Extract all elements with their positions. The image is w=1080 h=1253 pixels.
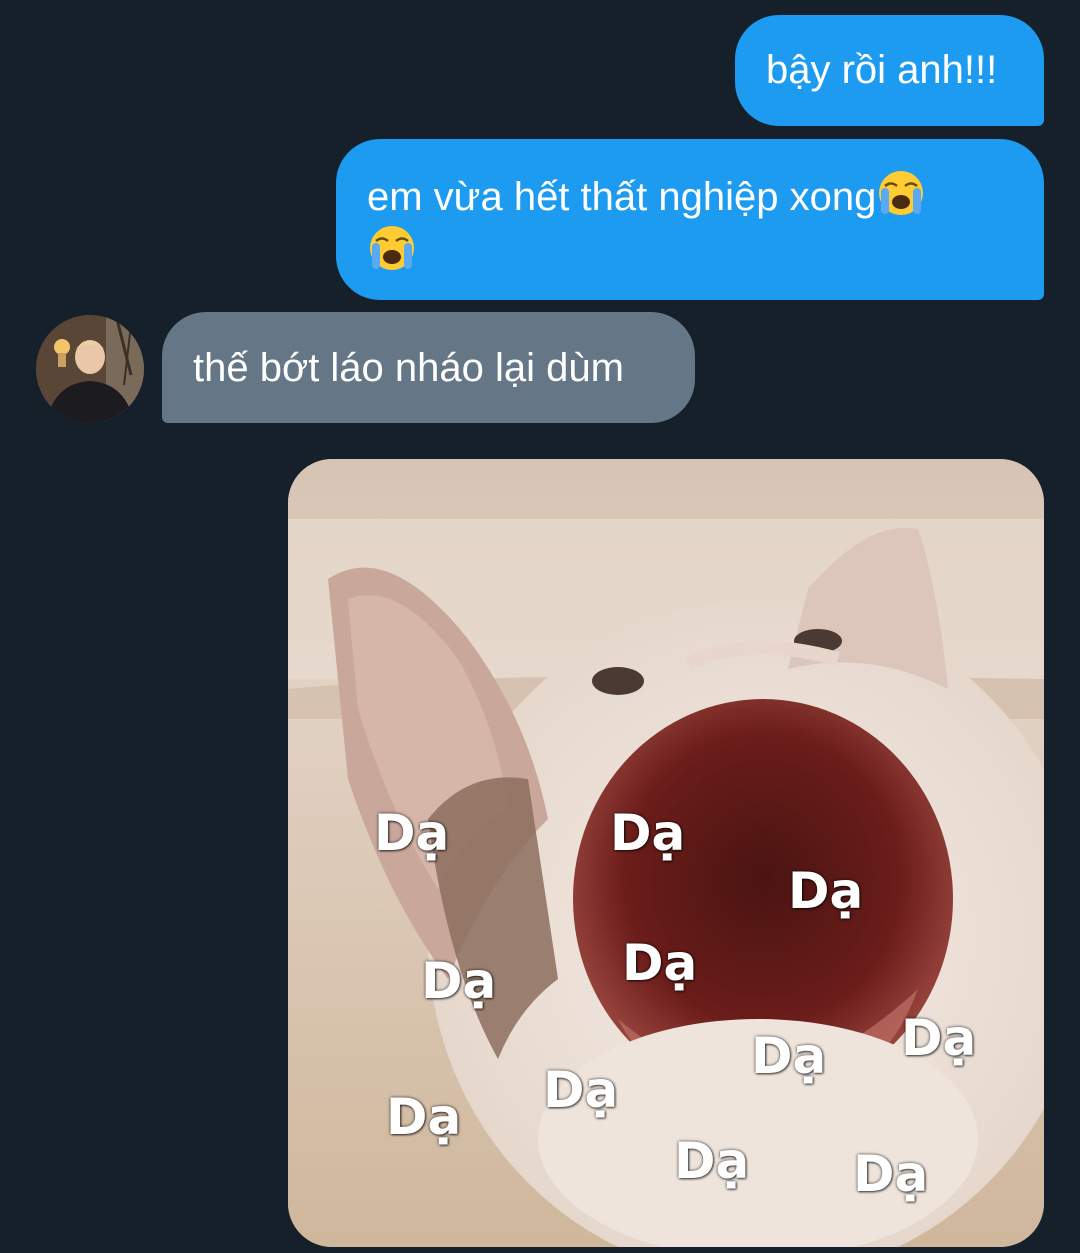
overlay-text: Dạ <box>901 1009 977 1067</box>
overlay-text: Dạ <box>751 1027 827 1085</box>
message-text: em vừa hết thất nghiệp xong <box>367 175 877 219</box>
overlay-text: Dạ <box>374 804 450 862</box>
overlay-text: Dạ <box>674 1132 750 1190</box>
sent-message-bubble[interactable]: bậy rồi anh!!! <box>735 15 1044 126</box>
overlay-text: Dạ <box>386 1088 462 1146</box>
overlay-text: Dạ <box>421 952 497 1010</box>
meme-image[interactable]: Dạ Dạ Dạ Dạ Dạ Dạ Dạ Dạ Dạ Dạ Dạ <box>288 459 1044 1247</box>
loudly-crying-face-icon <box>367 223 417 273</box>
overlay-text: Dạ <box>788 862 864 920</box>
message-text: bậy rồi anh!!! <box>766 48 998 92</box>
overlay-text: Dạ <box>610 804 686 862</box>
overlay-text: Dạ <box>622 934 698 992</box>
received-message-bubble[interactable]: thế bớt láo nháo lại dùm <box>162 312 695 423</box>
conversation: bậy rồi anh!!! em vừa hết thất nghiệp xo… <box>0 0 1080 1253</box>
overlay-text: Dạ <box>853 1145 929 1203</box>
avatar[interactable] <box>36 315 144 423</box>
overlay-text: Dạ <box>543 1061 619 1119</box>
sent-message-bubble[interactable]: em vừa hết thất nghiệp xong <box>336 139 1044 300</box>
message-text: thế bớt láo nháo lại dùm <box>193 346 624 390</box>
loudly-crying-face-icon <box>876 168 926 218</box>
